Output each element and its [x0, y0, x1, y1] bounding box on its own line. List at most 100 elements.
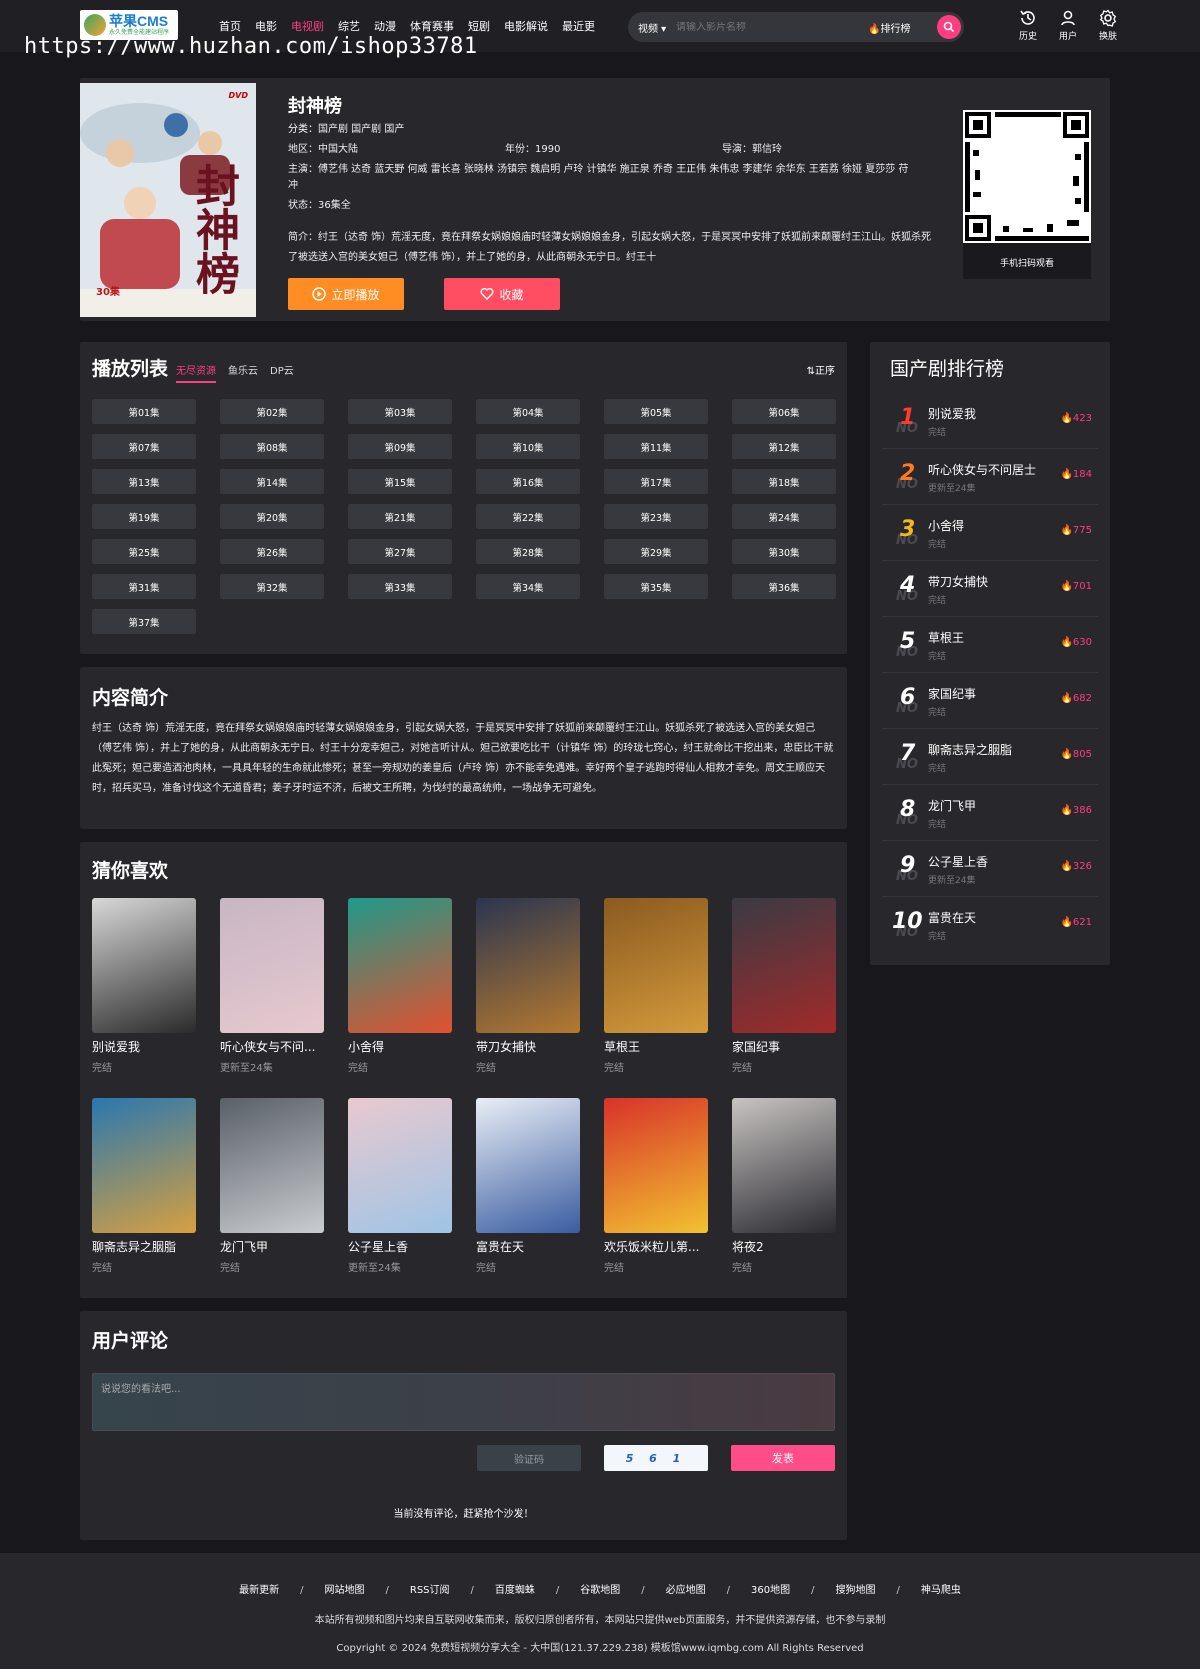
episode-button[interactable]: 第20集 [220, 504, 324, 529]
nav-item[interactable]: 首页 [219, 18, 241, 34]
recommend-poster[interactable] [220, 898, 324, 1033]
nav-item[interactable]: 短剧 [468, 18, 490, 34]
episode-button[interactable]: 第34集 [476, 574, 580, 599]
footer-link[interactable]: 百度蜘蛛 [495, 1585, 535, 1596]
rank-item[interactable]: NO 9 公子星上香 更新至24集 🔥326 [882, 841, 1098, 897]
rank-name[interactable]: 小舍得 [928, 517, 964, 534]
episode-button[interactable]: 第18集 [732, 469, 836, 494]
recommend-poster[interactable] [732, 1098, 836, 1233]
episode-button[interactable]: 第19集 [92, 504, 196, 529]
episode-button[interactable]: 第22集 [476, 504, 580, 529]
user-button[interactable]: 用户 [1056, 8, 1080, 42]
episode-button[interactable]: 第32集 [220, 574, 324, 599]
skin-button[interactable]: 换肤 [1096, 8, 1120, 42]
footer-link[interactable]: 网站地图 [325, 1585, 365, 1596]
recommend-name[interactable]: 富贵在天 [476, 1238, 580, 1255]
recommend-name[interactable]: 聊斋志异之胭脂 [92, 1238, 196, 1255]
video-poster[interactable]: DVD 封神榜 30集 [80, 83, 256, 317]
recommend-name[interactable]: 欢乐饭米粒儿第... [604, 1238, 708, 1255]
episode-button[interactable]: 第27集 [348, 539, 452, 564]
rank-name[interactable]: 聊斋志异之胭脂 [928, 741, 1012, 758]
footer-link[interactable]: 搜狗地图 [836, 1585, 876, 1596]
rank-name[interactable]: 龙门飞甲 [928, 797, 976, 814]
captcha-input[interactable]: 验证码 [477, 1445, 581, 1471]
footer-link[interactable]: 谷歌地图 [580, 1585, 620, 1596]
send-comment-button[interactable]: 发表 [731, 1445, 835, 1471]
recommend-name[interactable]: 公子星上香 [348, 1238, 452, 1255]
recommend-poster[interactable] [92, 898, 196, 1033]
rank-item[interactable]: NO 3 小舍得 完结 🔥775 [882, 505, 1098, 561]
episode-button[interactable]: 第21集 [348, 504, 452, 529]
recommend-card[interactable]: 聊斋志异之胭脂 完结 [92, 1098, 196, 1298]
episode-button[interactable]: 第09集 [348, 434, 452, 459]
source-tab[interactable]: DP云 [270, 362, 294, 383]
rank-item[interactable]: NO 1 别说爱我 完结 🔥423 [882, 393, 1098, 449]
recommend-name[interactable]: 家国纪事 [732, 1038, 836, 1055]
recommend-poster[interactable] [220, 1098, 324, 1233]
comment-textarea[interactable]: 说说您的看法吧... [92, 1373, 835, 1431]
episode-button[interactable]: 第02集 [220, 399, 324, 424]
rank-item[interactable]: NO 5 草根王 完结 🔥630 [882, 617, 1098, 673]
captcha-image[interactable]: 5 6 1 [604, 1445, 708, 1471]
episode-button[interactable]: 第31集 [92, 574, 196, 599]
episode-button[interactable]: 第06集 [732, 399, 836, 424]
recommend-card[interactable]: 公子星上香 更新至24集 [348, 1098, 452, 1298]
recommend-name[interactable]: 听心侠女与不问... [220, 1038, 324, 1055]
recommend-card[interactable]: 带刀女捕快 完结 [476, 898, 580, 1098]
recommend-poster[interactable] [92, 1098, 196, 1233]
recommend-name[interactable]: 小舍得 [348, 1038, 452, 1055]
recommend-poster[interactable] [348, 1098, 452, 1233]
episode-button[interactable]: 第05集 [604, 399, 708, 424]
episode-button[interactable]: 第29集 [604, 539, 708, 564]
recommend-poster[interactable] [732, 898, 836, 1033]
recommend-card[interactable]: 听心侠女与不问... 更新至24集 [220, 898, 324, 1098]
rank-name[interactable]: 公子星上香 [928, 853, 988, 870]
search-button[interactable] [937, 15, 961, 39]
rank-name[interactable]: 带刀女捕快 [928, 573, 988, 590]
search-input[interactable] [676, 21, 856, 33]
footer-link[interactable]: 360地图 [751, 1585, 790, 1596]
rank-link[interactable]: 🔥排行榜 [868, 20, 910, 35]
episode-button[interactable]: 第36集 [732, 574, 836, 599]
nav-item[interactable]: 电视剧 [291, 18, 324, 34]
recommend-poster[interactable] [604, 1098, 708, 1233]
episode-button[interactable]: 第15集 [348, 469, 452, 494]
recommend-name[interactable]: 别说爱我 [92, 1038, 196, 1055]
episode-button[interactable]: 第16集 [476, 469, 580, 494]
recommend-card[interactable]: 龙门飞甲 完结 [220, 1098, 324, 1298]
recommend-name[interactable]: 带刀女捕快 [476, 1038, 580, 1055]
source-tab[interactable]: 鱼乐云 [228, 362, 258, 383]
episode-button[interactable]: 第23集 [604, 504, 708, 529]
rank-item[interactable]: NO 4 带刀女捕快 完结 🔥701 [882, 561, 1098, 617]
sort-toggle[interactable]: ⇅正序 [807, 362, 835, 377]
search-type-select[interactable]: 视频 ▾ [628, 20, 672, 35]
episode-button[interactable]: 第04集 [476, 399, 580, 424]
recommend-card[interactable]: 家国纪事 完结 [732, 898, 836, 1098]
episode-button[interactable]: 第35集 [604, 574, 708, 599]
recommend-poster[interactable] [476, 898, 580, 1033]
rank-item[interactable]: NO 7 聊斋志异之胭脂 完结 🔥805 [882, 729, 1098, 785]
footer-link[interactable]: 神马爬虫 [921, 1585, 961, 1596]
episode-button[interactable]: 第17集 [604, 469, 708, 494]
rank-name[interactable]: 家国纪事 [928, 685, 976, 702]
favorite-button[interactable]: 收藏 [444, 278, 560, 310]
nav-item[interactable]: 电影解说 [504, 18, 548, 34]
recommend-poster[interactable] [604, 898, 708, 1033]
rank-name[interactable]: 听心侠女与不问居士 [928, 461, 1036, 478]
recommend-card[interactable]: 别说爱我 完结 [92, 898, 196, 1098]
nav-item[interactable]: 综艺 [338, 18, 360, 34]
episode-button[interactable]: 第28集 [476, 539, 580, 564]
recommend-name[interactable]: 龙门飞甲 [220, 1238, 324, 1255]
episode-button[interactable]: 第25集 [92, 539, 196, 564]
recommend-name[interactable]: 草根王 [604, 1038, 708, 1055]
rank-name[interactable]: 富贵在天 [928, 909, 976, 926]
nav-item[interactable]: 最近更 [562, 18, 595, 34]
rank-name[interactable]: 草根王 [928, 629, 964, 646]
source-tab[interactable]: 无尽资源 [176, 362, 216, 383]
recommend-poster[interactable] [348, 898, 452, 1033]
episode-button[interactable]: 第33集 [348, 574, 452, 599]
rank-item[interactable]: NO 10 富贵在天 完结 🔥621 [882, 897, 1098, 953]
footer-link[interactable]: 必应地图 [666, 1585, 706, 1596]
footer-link[interactable]: RSS订阅 [410, 1585, 450, 1596]
episode-button[interactable]: 第07集 [92, 434, 196, 459]
